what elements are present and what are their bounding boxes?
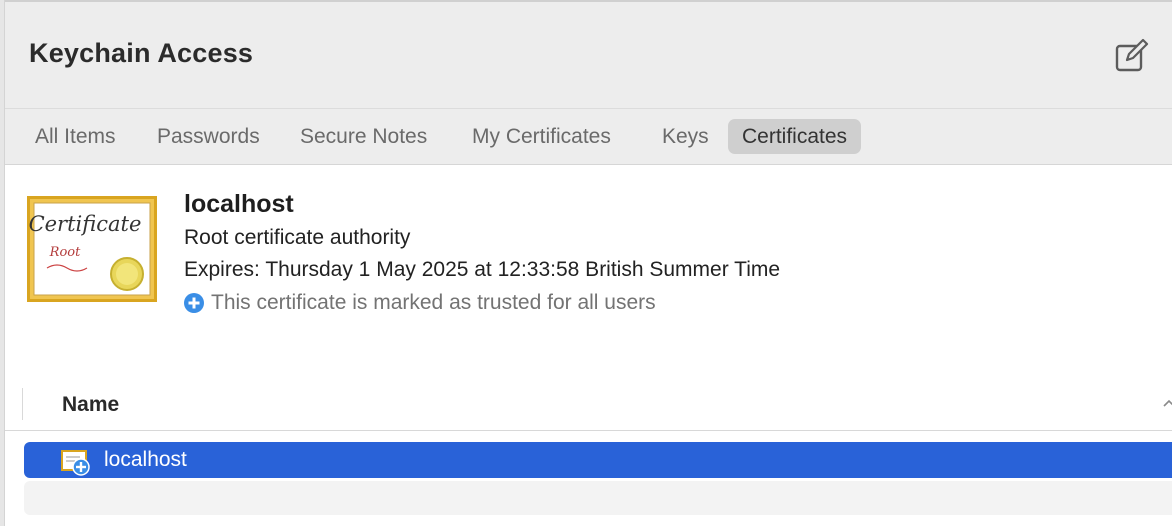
certificate-icon-title: Certificate [29,212,142,236]
tab-keys[interactable]: Keys [648,119,723,154]
app-title: Keychain Access [29,38,254,68]
category-tabs: All Items Passwords Secure Notes My Cert… [5,108,1172,165]
title-bar: Keychain Access [5,0,1172,108]
tab-my-certificates[interactable]: My Certificates [458,119,625,154]
trust-text: This certificate is marked as trusted fo… [211,291,656,314]
tab-all-items[interactable]: All Items [21,119,130,154]
certificate-kind: Root certificate authority [184,226,411,249]
tab-certificates[interactable]: Certificates [728,119,862,154]
plus-circle-icon [184,293,204,313]
certificate-expiry: Expires: Thursday 1 May 2025 at 12:33:58… [184,258,781,281]
certificate-details: Certificate Root localhost Root certific… [5,165,1172,375]
certificate-icon: Certificate Root [27,196,157,302]
sort-chevron-up-icon[interactable] [1163,398,1172,408]
column-header-name[interactable]: Name [62,393,119,417]
certificate-icon-subtitle: Root [49,245,81,260]
certificate-trusted-icon [61,450,90,476]
compose-button[interactable] [1113,38,1149,74]
row-name: localhost [104,448,187,471]
tab-passwords[interactable]: Passwords [143,119,274,154]
list-row-empty [24,481,1172,515]
certificate-name: localhost [184,190,294,218]
list-row-localhost[interactable]: localhost [24,442,1172,478]
square-and-pencil-icon [1115,38,1149,72]
keychain-window: Keychain Access All Items Passwords Secu… [0,0,1172,526]
tab-secure-notes[interactable]: Secure Notes [286,119,441,154]
column-divider [22,388,23,420]
list-header: Name [5,380,1172,431]
trust-status: This certificate is marked as trusted fo… [184,291,656,315]
